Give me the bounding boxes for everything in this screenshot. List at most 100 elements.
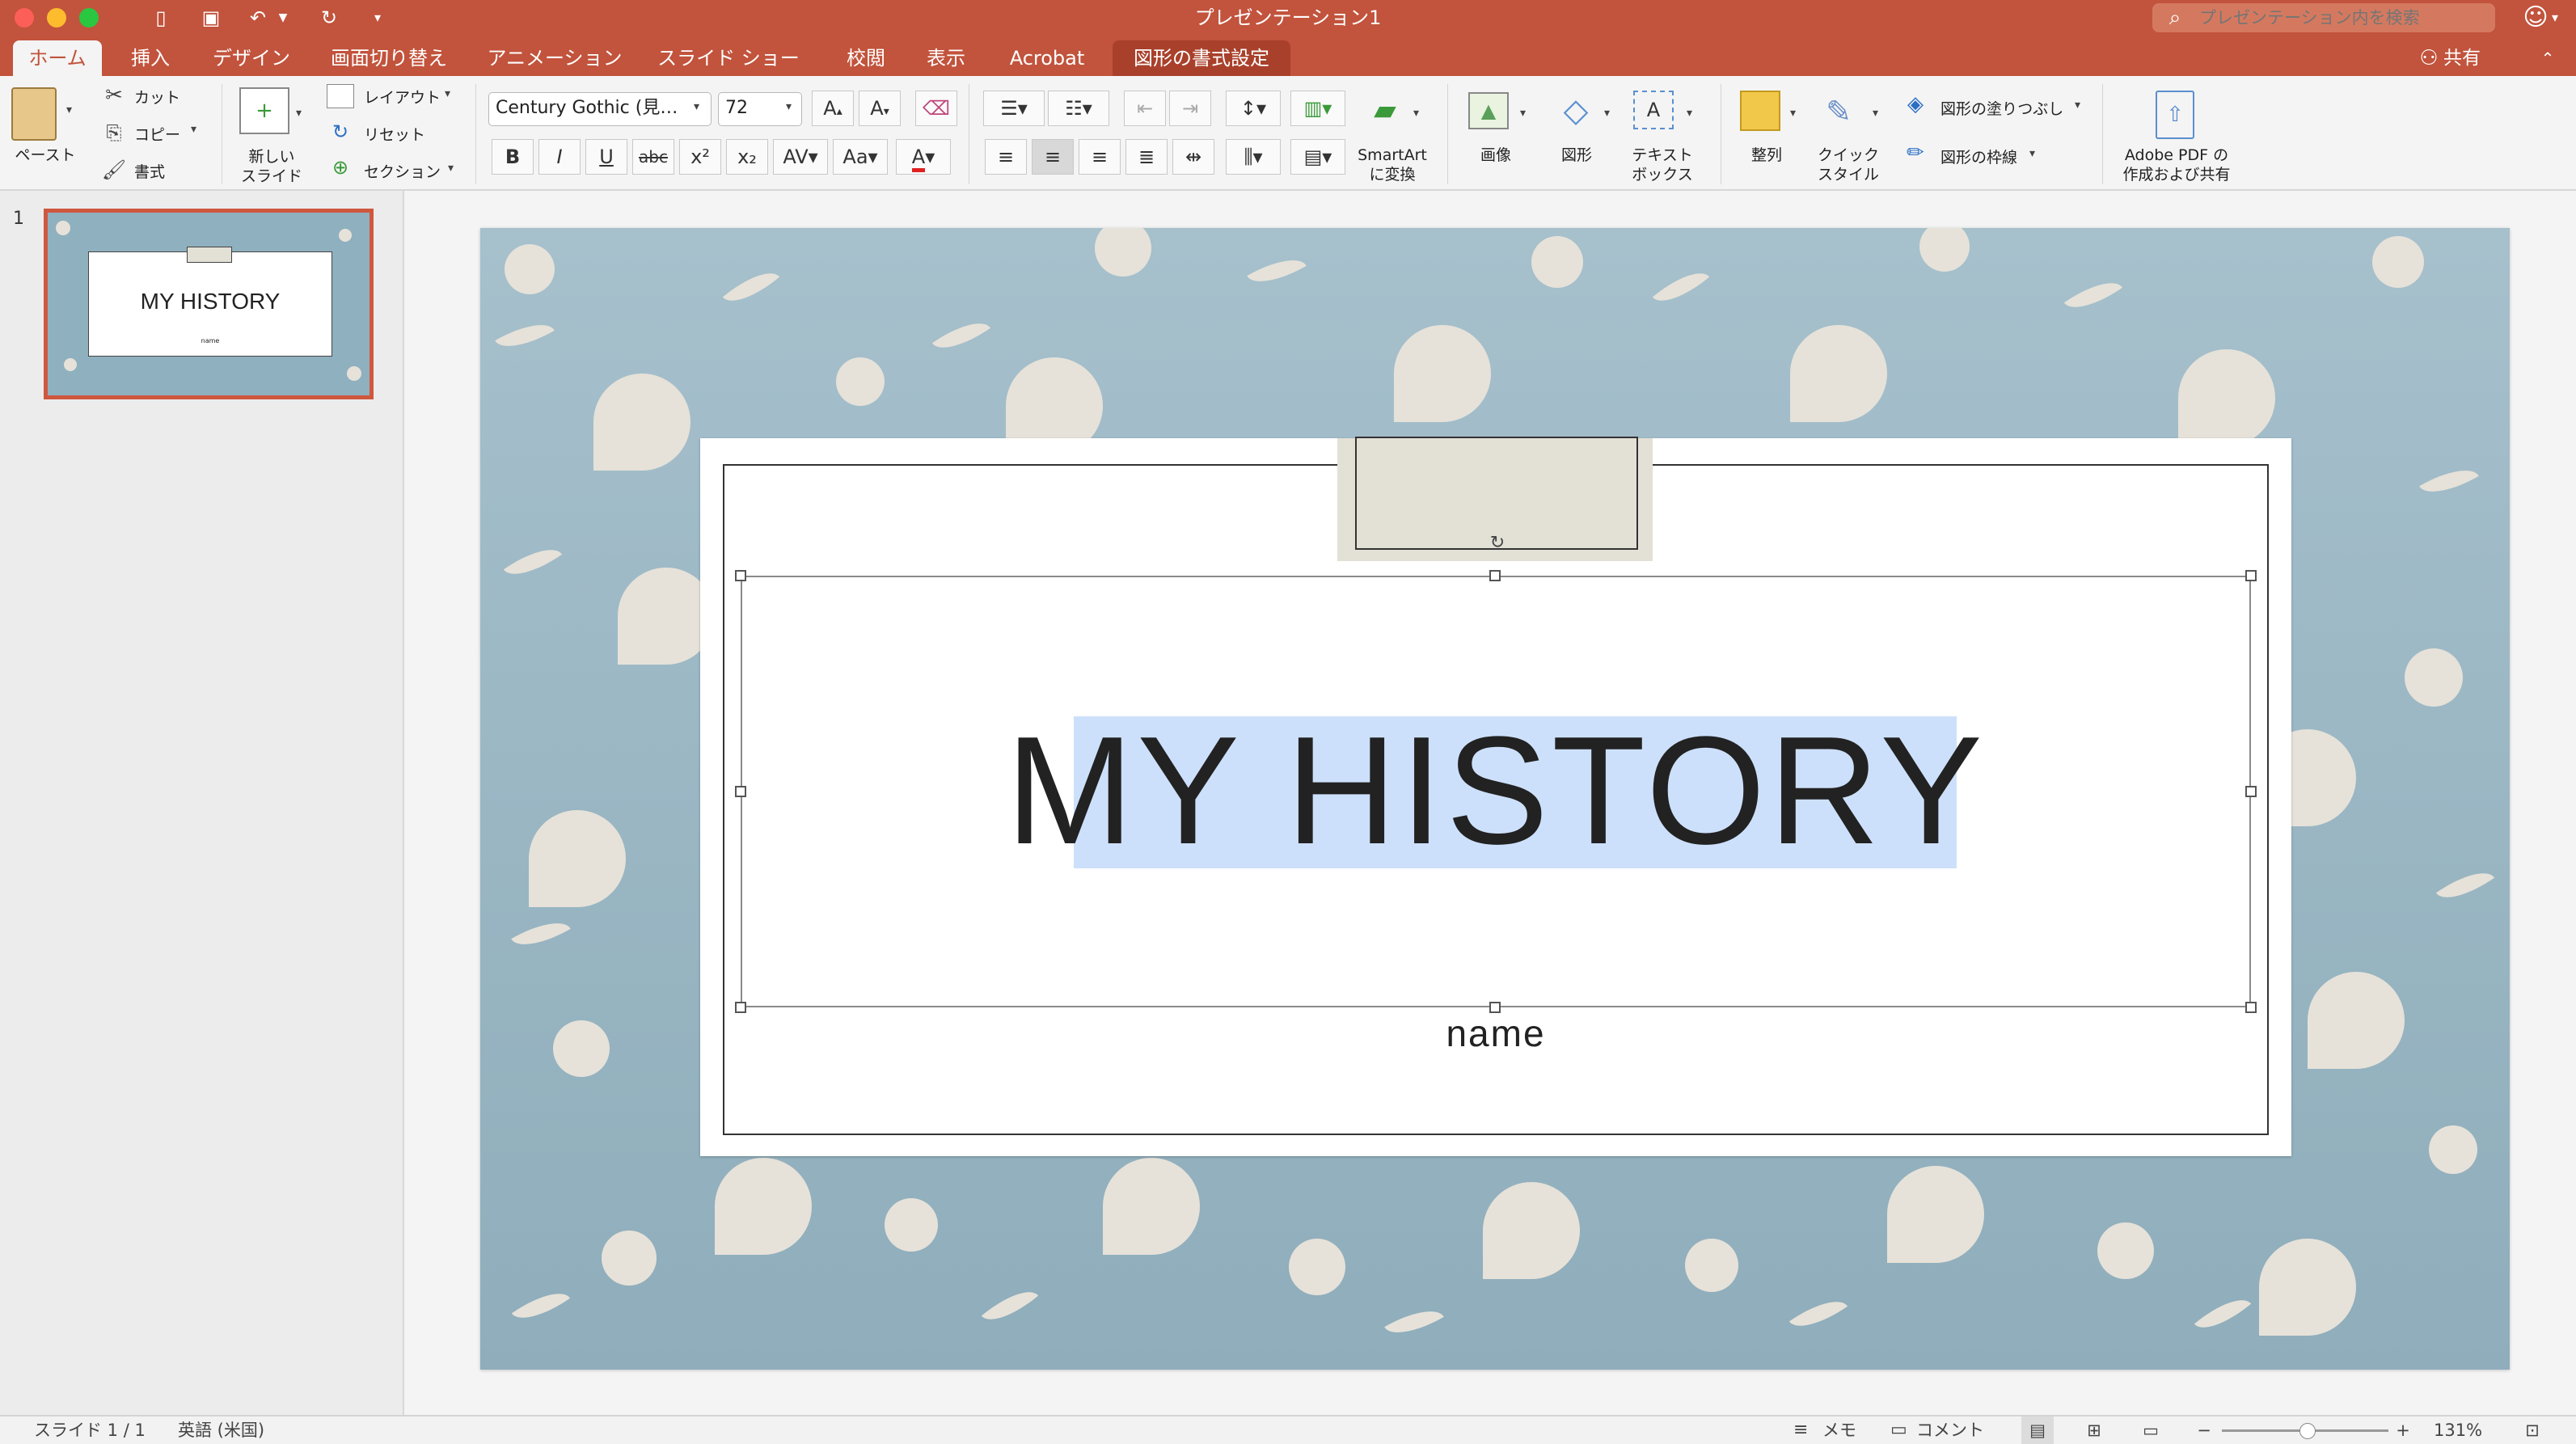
reset-button[interactable]: リセット bbox=[364, 123, 425, 145]
increase-indent-button[interactable]: ⇥ bbox=[1169, 91, 1211, 126]
zoom-level[interactable]: 131% bbox=[2434, 1417, 2482, 1444]
shape-outline-button[interactable]: 図形の枠線 bbox=[1940, 146, 2017, 167]
textbox-icon[interactable]: A bbox=[1633, 91, 1674, 129]
tab-animations[interactable]: アニメーション bbox=[474, 40, 636, 76]
minimize-window-button[interactable] bbox=[47, 8, 66, 27]
convert-smartart-button[interactable]: SmartArt に変換 bbox=[1342, 146, 1442, 184]
fit-to-window-icon[interactable]: ⊡ bbox=[2516, 1417, 2549, 1444]
sidebar-toggle-icon[interactable]: ▯ bbox=[147, 5, 175, 31]
slide-sorter-icon[interactable]: ⊞ bbox=[2078, 1417, 2110, 1444]
tab-view[interactable]: 表示 bbox=[914, 40, 978, 76]
reset-icon[interactable]: ↻ bbox=[327, 120, 354, 144]
shape-outline-dropdown-icon[interactable]: ▾ bbox=[2029, 147, 2035, 160]
slide-title[interactable]: MY HISTORY bbox=[741, 702, 2251, 880]
new-slide-icon[interactable]: + bbox=[239, 87, 289, 134]
arrange-dropdown-icon[interactable]: ▾ bbox=[1790, 107, 1796, 120]
shapes-button[interactable]: 図形 bbox=[1544, 146, 1609, 165]
font-size-dropdown-icon[interactable]: ▾ bbox=[786, 100, 792, 113]
customize-qat-icon[interactable]: ▾ bbox=[364, 5, 391, 31]
share-person-icon[interactable]: ⚇ bbox=[2413, 40, 2445, 76]
paste-button[interactable]: ペースト bbox=[5, 146, 86, 165]
columns-button[interactable]: ▥▾ bbox=[1290, 91, 1345, 126]
save-icon[interactable]: ▣ bbox=[197, 5, 225, 31]
picture-icon[interactable]: ▲ bbox=[1468, 92, 1509, 129]
arrange-button[interactable]: 整列 bbox=[1730, 146, 1803, 165]
font-name-dropdown[interactable]: Century Gothic (見… bbox=[488, 92, 712, 126]
line-spacing-button[interactable]: ↕▾ bbox=[1226, 91, 1281, 126]
subscript-button[interactable]: x₂ bbox=[726, 139, 768, 175]
change-case-button[interactable]: Aa▾ bbox=[833, 139, 888, 175]
smartart-icon[interactable]: ▰ bbox=[1363, 89, 1407, 133]
format-painter-button[interactable]: 書式 bbox=[134, 160, 165, 182]
language-indicator[interactable]: 英語 (米国) bbox=[178, 1417, 264, 1444]
tab-slideshow[interactable]: スライド ショー bbox=[652, 40, 805, 76]
shape-fill-dropdown-icon[interactable]: ▾ bbox=[2075, 99, 2080, 112]
section-dropdown-icon[interactable]: ▾ bbox=[448, 162, 454, 175]
zoom-out-icon[interactable]: − bbox=[2194, 1417, 2214, 1444]
justify-button[interactable]: ≣ bbox=[1125, 139, 1168, 175]
shape-fill-button[interactable]: 図形の塗りつぶし bbox=[1940, 97, 2063, 119]
align-text-button[interactable]: ▤▾ bbox=[1290, 139, 1345, 175]
copy-dropdown-icon[interactable]: ▾ bbox=[191, 123, 196, 136]
layout-dropdown-icon[interactable]: ▾ bbox=[445, 87, 450, 100]
paste-dropdown-icon[interactable]: ▾ bbox=[66, 103, 72, 116]
tab-insert[interactable]: 挿入 bbox=[118, 40, 183, 76]
normal-view-icon[interactable]: ▤ bbox=[2021, 1417, 2054, 1444]
numbering-button[interactable]: ☷▾ bbox=[1048, 91, 1109, 126]
share-button[interactable]: 共有 bbox=[2443, 40, 2481, 76]
tab-design[interactable]: デザイン bbox=[199, 40, 304, 76]
zoom-slider-thumb[interactable] bbox=[2299, 1423, 2316, 1439]
slide-subtitle[interactable]: name bbox=[741, 1009, 2251, 1058]
bold-button[interactable]: B bbox=[492, 139, 534, 175]
format-painter-icon[interactable]: 🖌 bbox=[100, 157, 128, 183]
picture-button[interactable]: 画像 bbox=[1459, 146, 1533, 165]
resize-handle-top[interactable] bbox=[1489, 570, 1501, 581]
paste-icon[interactable] bbox=[11, 87, 57, 141]
textbox-dropdown-icon[interactable]: ▾ bbox=[1687, 107, 1692, 120]
font-name-dropdown-icon[interactable]: ▾ bbox=[694, 100, 699, 113]
zoom-in-icon[interactable]: + bbox=[2393, 1417, 2413, 1444]
align-center-button[interactable]: ≡ bbox=[1032, 139, 1074, 175]
cut-button[interactable]: カット bbox=[134, 86, 180, 108]
new-slide-dropdown-icon[interactable]: ▾ bbox=[296, 107, 302, 120]
superscript-button[interactable]: x² bbox=[679, 139, 721, 175]
undo-icon[interactable]: ↶ bbox=[244, 5, 272, 31]
copy-button[interactable]: コピー bbox=[134, 123, 180, 145]
strikethrough-button[interactable]: abc bbox=[632, 139, 674, 175]
increase-font-size-button[interactable]: A▴ bbox=[812, 91, 854, 126]
arrange-icon[interactable] bbox=[1740, 91, 1780, 131]
resize-handle-top-right[interactable] bbox=[2245, 570, 2257, 581]
collapse-ribbon-icon[interactable]: ⌃ bbox=[2536, 40, 2560, 76]
quick-styles-button[interactable]: クイック スタイル bbox=[1808, 146, 1889, 184]
slide-thumbnail[interactable]: MY HISTORY name bbox=[44, 209, 374, 399]
align-right-button[interactable]: ≡ bbox=[1079, 139, 1121, 175]
clear-formatting-icon[interactable]: ⌫ bbox=[915, 91, 957, 126]
shape-fill-icon[interactable]: ◈ bbox=[1902, 91, 1929, 118]
shapes-icon[interactable]: ◇ bbox=[1554, 89, 1598, 133]
decrease-font-size-button[interactable]: A▾ bbox=[859, 91, 901, 126]
character-spacing-button[interactable]: AV▾ bbox=[773, 139, 828, 175]
adobe-pdf-share-icon[interactable]: ⇧ bbox=[2156, 91, 2194, 139]
new-slide-button[interactable]: 新しい スライド bbox=[231, 147, 312, 186]
layout-icon[interactable] bbox=[327, 84, 354, 108]
slideshow-view-icon[interactable]: ▭ bbox=[2135, 1417, 2167, 1444]
smartart-dropdown-icon[interactable]: ▾ bbox=[1413, 107, 1419, 120]
decrease-indent-button[interactable]: ⇤ bbox=[1124, 91, 1166, 126]
tab-acrobat[interactable]: Acrobat bbox=[995, 40, 1100, 76]
feedback-smiley-icon[interactable]: ☺ bbox=[2521, 3, 2550, 32]
zoom-window-button[interactable] bbox=[79, 8, 99, 27]
section-icon[interactable]: ⊕ bbox=[327, 155, 354, 179]
shape-outline-icon[interactable]: ✏ bbox=[1902, 139, 1929, 167]
bullets-button[interactable]: ☰▾ bbox=[983, 91, 1045, 126]
tab-review[interactable]: 校閲 bbox=[821, 40, 910, 76]
search-input[interactable] bbox=[2152, 3, 2495, 32]
picture-dropdown-icon[interactable]: ▾ bbox=[1520, 107, 1526, 120]
tab-home[interactable]: ホーム bbox=[13, 40, 102, 76]
underline-button[interactable]: U bbox=[585, 139, 627, 175]
tab-transitions[interactable]: 画面切り替え bbox=[320, 40, 458, 76]
adobe-pdf-button[interactable]: Adobe PDF の作成および共有 bbox=[2110, 146, 2243, 184]
quick-styles-icon[interactable]: ✎ bbox=[1816, 91, 1861, 133]
distributed-button[interactable]: ⇹ bbox=[1172, 139, 1214, 175]
align-left-button[interactable]: ≡ bbox=[985, 139, 1027, 175]
tab-shape-format[interactable]: 図形の書式設定 bbox=[1113, 40, 1290, 76]
